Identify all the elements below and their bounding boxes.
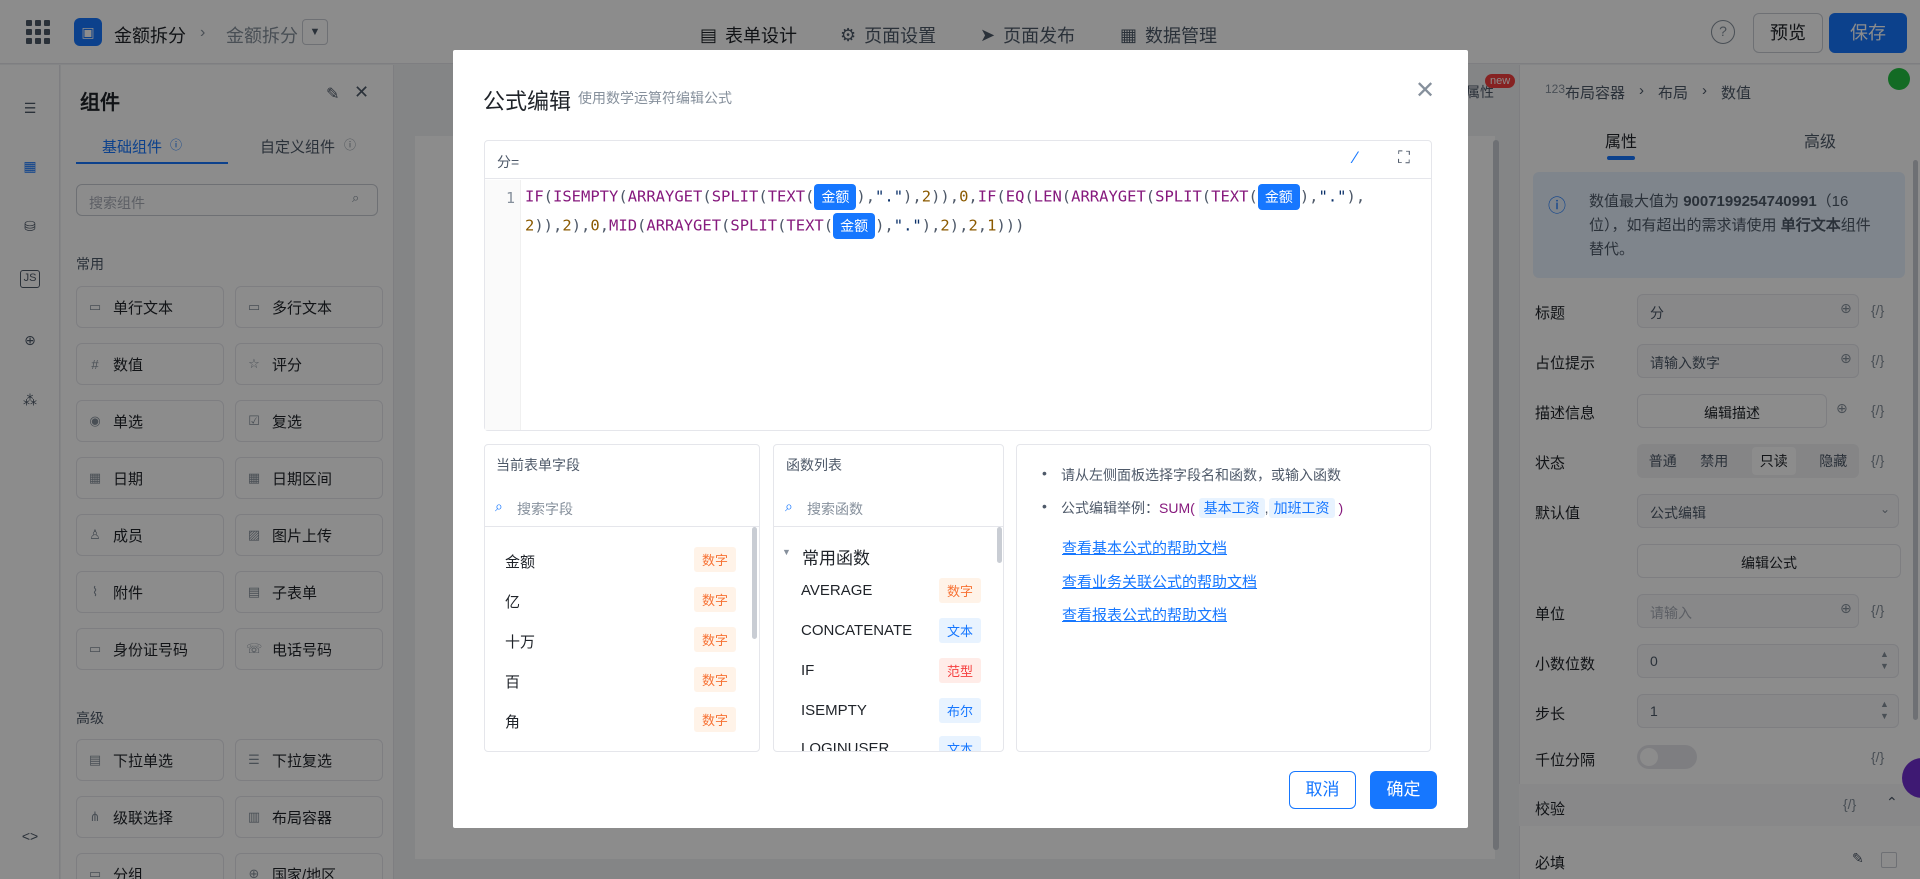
type-badge: 布尔 xyxy=(939,698,982,723)
function-item[interactable]: ISEMPTY xyxy=(801,702,867,719)
bullet: • xyxy=(1042,498,1047,514)
field-token[interactable]: 金额 xyxy=(1257,184,1300,210)
help-link-report[interactable]: 查看报表公式的帮助文档 xyxy=(1062,604,1227,625)
help-example: 公式编辑举例：SUM( 基本工资, 加班工资 ) xyxy=(1061,498,1344,518)
function-item[interactable]: CONCATENATE xyxy=(801,622,912,639)
type-badge: 数字 xyxy=(694,707,737,732)
field-token[interactable]: 金额 xyxy=(833,213,876,239)
field-item[interactable]: 百 xyxy=(505,671,520,692)
formula-code-line: IF(ISEMPTY(ARRAYGET(SPLIT(TEXT(金额),"."),… xyxy=(525,184,1365,210)
magic-wand-icon[interactable]: ⁄ xyxy=(1354,148,1357,168)
function-item-partial[interactable]: LOGINUSER 文本 xyxy=(774,734,1003,751)
function-item[interactable]: AVERAGE xyxy=(801,582,872,599)
type-badge: 数字 xyxy=(694,547,737,572)
type-badge: 范型 xyxy=(939,658,982,683)
bullet: • xyxy=(1042,465,1047,481)
field-token[interactable]: 金额 xyxy=(814,184,857,210)
help-tip: 请从左侧面板选择字段名和函数，或输入函数 xyxy=(1061,467,1341,483)
search-icon: ⌕ xyxy=(495,498,503,514)
field-item[interactable]: 亿 xyxy=(505,591,520,612)
dialog-title: 公式编辑 xyxy=(483,89,572,114)
type-badge: 文本 xyxy=(939,618,982,643)
field-item[interactable]: 十万 xyxy=(505,631,535,652)
dialog-subtitle: 使用数学运算符编辑公式 xyxy=(578,90,732,106)
editor-header xyxy=(485,141,1431,179)
help-link-business[interactable]: 查看业务关联公式的帮助文档 xyxy=(1062,571,1257,592)
type-badge: 数字 xyxy=(694,627,737,652)
search-icon: ⌕ xyxy=(785,498,793,514)
fields-scrollbar[interactable] xyxy=(752,527,757,639)
type-badge: 数字 xyxy=(694,667,737,692)
cancel-button[interactable]: 取消 xyxy=(1289,771,1356,809)
caret-down-icon[interactable]: ▼ xyxy=(782,547,791,557)
function-search-input[interactable]: 搜索函数 xyxy=(807,499,863,519)
formula-code-line: 2)),2),0,MID(ARRAYGET(SPLIT(TEXT(金额),"."… xyxy=(525,213,1024,239)
function-group[interactable]: 常用函数 xyxy=(802,544,870,569)
close-icon[interactable]: ✕ xyxy=(1415,76,1435,105)
formula-field-label: 分= xyxy=(497,154,520,170)
functions-pane-title: 函数列表 xyxy=(786,457,842,473)
field-search-input[interactable]: 搜索字段 xyxy=(517,499,573,519)
functions-scrollbar[interactable] xyxy=(997,527,1002,563)
field-item[interactable]: 金额 xyxy=(505,551,535,572)
fullscreen-icon[interactable]: ⛶ xyxy=(1398,148,1410,168)
line-number: 1 xyxy=(506,189,516,207)
type-badge: 数字 xyxy=(939,578,982,603)
function-item[interactable]: IF xyxy=(801,662,814,679)
help-link-basic[interactable]: 查看基本公式的帮助文档 xyxy=(1062,537,1227,558)
field-item[interactable]: 角 xyxy=(505,711,520,732)
type-badge: 数字 xyxy=(694,587,737,612)
help-pane xyxy=(1016,444,1431,752)
fields-pane-title: 当前表单字段 xyxy=(496,457,580,473)
divider xyxy=(485,526,759,527)
confirm-button[interactable]: 确定 xyxy=(1370,771,1437,809)
line-gutter xyxy=(485,180,521,430)
divider xyxy=(774,526,1003,527)
